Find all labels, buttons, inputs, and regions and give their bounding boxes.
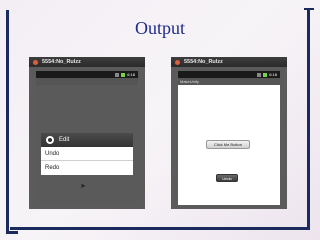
device-screen: 6:18 Edit Undo Redo ➤ bbox=[36, 71, 138, 205]
menu-item-redo[interactable]: Redo bbox=[41, 161, 133, 175]
context-menu-title: Edit bbox=[59, 137, 70, 143]
signal-icon bbox=[115, 72, 120, 77]
status-time: 6:18 bbox=[269, 72, 277, 77]
battery-icon bbox=[263, 72, 268, 77]
frame-accent bbox=[6, 231, 18, 234]
click-me-button[interactable]: Click Me Button bbox=[206, 140, 250, 149]
app-titlebar: MakeUnify bbox=[178, 78, 280, 85]
mouse-cursor-icon: ➤ bbox=[80, 183, 86, 190]
undo-button[interactable]: Undo bbox=[216, 174, 238, 182]
menu-icon bbox=[46, 136, 54, 144]
app-body: Edit Undo Redo ➤ bbox=[36, 85, 138, 205]
emulator-window-left: 5554:No_Rulzz 6:18 Edit Undo Redo ➤ bbox=[29, 57, 145, 209]
slide-frame-left bbox=[6, 10, 9, 232]
frame-accent bbox=[304, 8, 314, 10]
emulator-titlebar: 5554:No_Rulzz bbox=[171, 57, 287, 67]
emulator-window-right: 5554:No_Rulzz 6:18 MakeUnify Click Me Bu… bbox=[171, 57, 287, 209]
emulator-title: 5554:No_Rulzz bbox=[184, 59, 223, 65]
status-bar: 6:18 bbox=[178, 71, 280, 78]
close-icon[interactable] bbox=[175, 59, 180, 65]
device-screen: 6:18 MakeUnify Click Me Button Undo bbox=[178, 71, 280, 205]
signal-icon bbox=[257, 72, 262, 77]
emulator-titlebar: 5554:No_Rulzz bbox=[29, 57, 145, 67]
app-titlebar bbox=[36, 78, 138, 85]
menu-item-undo[interactable]: Undo bbox=[41, 147, 133, 161]
context-menu: Edit Undo Redo bbox=[41, 133, 133, 175]
app-body: Click Me Button Undo bbox=[178, 85, 280, 205]
emulator-title: 5554:No_Rulzz bbox=[42, 59, 81, 65]
battery-icon bbox=[121, 72, 126, 77]
context-menu-header: Edit bbox=[41, 133, 133, 147]
status-bar: 6:18 bbox=[36, 71, 138, 78]
slide-title: Output bbox=[134, 18, 185, 38]
close-icon[interactable] bbox=[33, 59, 38, 65]
status-time: 6:18 bbox=[127, 72, 135, 77]
